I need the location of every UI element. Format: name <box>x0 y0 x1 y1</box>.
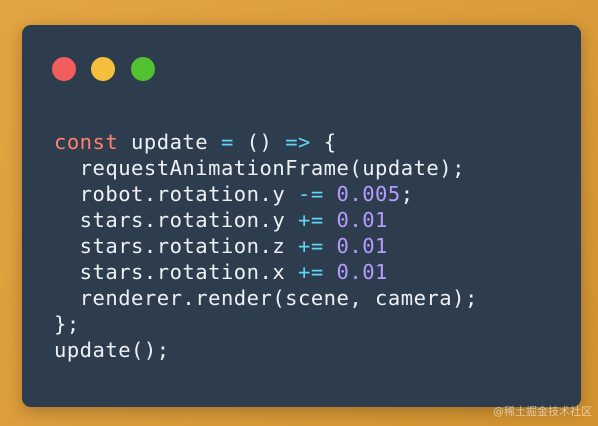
code-text: update(); <box>54 338 170 362</box>
code-window: const update = () => { requestAnimationF… <box>22 25 581 407</box>
code-keyword: const <box>54 130 119 154</box>
maximize-dot-icon <box>131 57 155 81</box>
code-text: requestAnimationFrame(update); <box>54 156 465 180</box>
watermark: @稀土掘金技术社区 <box>493 405 592 418</box>
code-number: 0.01 <box>336 208 388 232</box>
close-dot-icon <box>52 57 76 81</box>
code-line: renderer.render(scene, camera); <box>54 285 478 311</box>
code-number: 0.01 <box>336 234 388 258</box>
code-line: const update = () => { <box>54 129 478 155</box>
code-operator: => <box>285 130 311 154</box>
code-text: update <box>118 130 221 154</box>
code-text: { <box>310 130 337 154</box>
code-block: const update = () => { requestAnimationF… <box>54 129 478 363</box>
code-text: () <box>233 130 286 154</box>
code-text: ; <box>400 182 414 206</box>
code-line: stars.rotation.y += 0.01 <box>54 207 478 233</box>
code-line: stars.rotation.z += 0.01 <box>54 233 478 259</box>
code-text: stars.rotation.y <box>54 208 298 232</box>
code-line: stars.rotation.x += 0.01 <box>54 259 478 285</box>
code-text: renderer.render(scene, camera); <box>54 286 478 310</box>
code-number: 0.005 <box>336 182 401 206</box>
minimize-dot-icon <box>91 57 115 81</box>
code-text: stars.rotation.x <box>54 260 298 284</box>
code-line: robot.rotation.y -= 0.005; <box>54 181 478 207</box>
code-operator: += <box>298 260 324 284</box>
code-operator: += <box>298 208 324 232</box>
code-text: robot.rotation.y <box>54 182 298 206</box>
code-operator: += <box>298 234 324 258</box>
code-number: 0.01 <box>336 260 388 284</box>
code-line: requestAnimationFrame(update); <box>54 155 478 181</box>
code-text: stars.rotation.z <box>54 234 298 258</box>
code-line: update(); <box>54 337 478 363</box>
code-text: }; <box>54 312 80 336</box>
code-line: }; <box>54 311 478 337</box>
code-operator: -= <box>298 182 324 206</box>
code-operator: = <box>220 130 234 154</box>
